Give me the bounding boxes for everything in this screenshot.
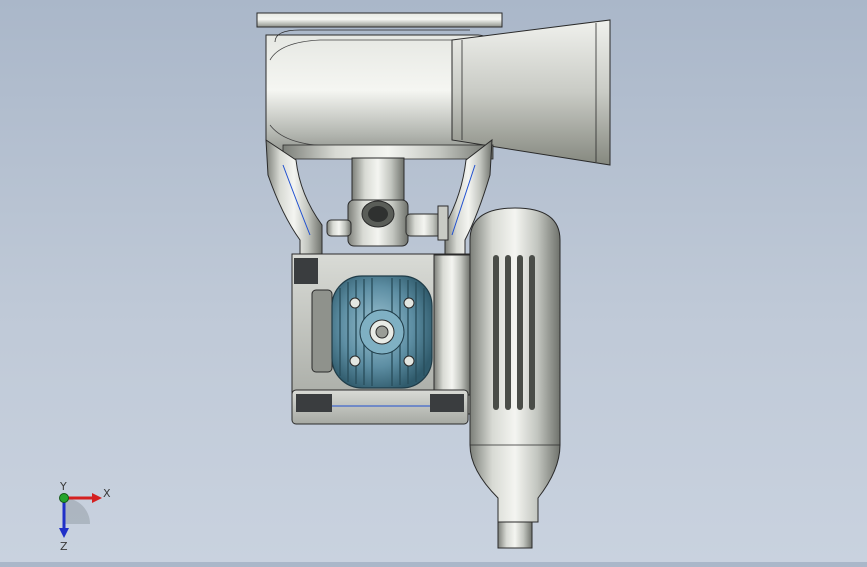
drive-shaft <box>351 157 405 201</box>
engine-assembly-model[interactable] <box>0 0 867 562</box>
axis-z-arrow <box>59 528 69 538</box>
cylinder-head <box>331 275 433 389</box>
horn-outlet <box>451 19 611 166</box>
muffler <box>469 207 561 549</box>
axis-z-label: Z <box>60 540 68 552</box>
axis-x-arrow <box>92 493 102 503</box>
top-flange <box>256 12 503 28</box>
axis-triad: X Y Z <box>46 480 116 553</box>
axis-y-dot <box>59 493 69 503</box>
axis-y-label: Y <box>59 482 67 493</box>
triad-shadow <box>64 498 90 524</box>
axis-x-label: X <box>103 487 111 500</box>
cad-viewport[interactable] <box>0 0 867 562</box>
